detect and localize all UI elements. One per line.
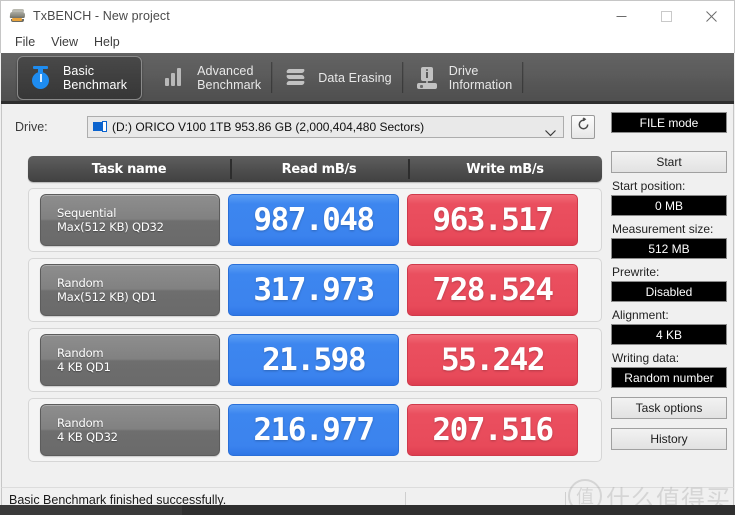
measurement-size-label: Measurement size: xyxy=(612,222,727,236)
tab-basic-benchmark[interactable]: Basic Benchmark xyxy=(17,56,142,100)
read-value-box: 317.973 xyxy=(228,264,399,316)
read-value: 317.973 xyxy=(253,275,373,306)
tab-data-erasing[interactable]: Data Erasing xyxy=(273,56,403,100)
column-header-task-name: Task name xyxy=(28,156,230,182)
task-name-line2: 4 KB QD1 xyxy=(57,360,219,374)
menu-file[interactable]: File xyxy=(7,33,43,51)
task-button-random-4k-qd32[interactable]: Random 4 KB QD32 xyxy=(40,404,220,456)
drive-label: Drive: xyxy=(15,120,87,134)
task-button-random-max-qd1[interactable]: Random Max(512 KB) QD1 xyxy=(40,264,220,316)
task-options-button[interactable]: Task options xyxy=(611,397,727,419)
stopwatch-icon xyxy=(28,64,54,92)
refresh-button[interactable] xyxy=(571,115,595,139)
task-name-line2: Max(512 KB) QD1 xyxy=(57,290,219,304)
results-header-row: Task name Read mB/s Write mB/s xyxy=(28,156,602,182)
title-bar: TxBENCH - New project xyxy=(0,0,735,30)
table-row: Random Max(512 KB) QD1 317.973 728.524 xyxy=(28,258,602,322)
start-button[interactable]: Start xyxy=(611,151,727,173)
drive-selector-row: Drive: (D:) ORICO V100 1TB 953.86 GB (2,… xyxy=(2,112,609,142)
minimize-button[interactable] xyxy=(599,1,644,31)
task-name-line2: 4 KB QD32 xyxy=(57,430,219,444)
read-value-box: 21.598 xyxy=(228,334,399,386)
window-controls xyxy=(599,1,734,31)
write-value-box: 207.516 xyxy=(407,404,578,456)
tab-drive-information-label: Drive Information xyxy=(449,64,513,92)
tab-advanced-benchmark-label: Advanced Benchmark xyxy=(197,64,261,92)
close-button[interactable] xyxy=(689,1,734,31)
write-value-box: 963.517 xyxy=(407,194,578,246)
txbench-window: TxBENCH - New project File View Help Bas… xyxy=(0,0,735,515)
shredder-icon xyxy=(283,64,309,92)
menu-bar: File View Help xyxy=(0,30,735,53)
history-button[interactable]: History xyxy=(611,428,727,450)
task-name-line1: Random xyxy=(57,346,219,360)
column-header-read: Read mB/s xyxy=(230,156,408,182)
chevron-down-icon xyxy=(545,124,556,142)
read-value: 216.977 xyxy=(253,415,373,446)
read-value-box: 216.977 xyxy=(228,404,399,456)
file-mode-display[interactable]: FILE mode xyxy=(611,112,727,133)
read-value-box: 987.048 xyxy=(228,194,399,246)
alignment-label: Alignment: xyxy=(612,308,727,322)
drive-info-icon xyxy=(414,64,440,92)
start-position-label: Start position: xyxy=(612,179,727,193)
bar-chart-icon xyxy=(162,64,188,92)
write-value-box: 55.242 xyxy=(407,334,578,386)
task-name-line1: Sequential xyxy=(57,206,219,220)
desktop-edge xyxy=(0,505,735,515)
maximize-button[interactable] xyxy=(644,1,689,31)
drive-selected-value: (D:) ORICO V100 1TB 953.86 GB (2,000,404… xyxy=(112,120,424,134)
read-value: 987.048 xyxy=(253,205,373,236)
read-value: 21.598 xyxy=(262,345,365,376)
refresh-icon xyxy=(576,117,591,137)
benchmark-results: Task name Read mB/s Write mB/s Sequentia… xyxy=(28,156,602,462)
main-content: Drive: (D:) ORICO V100 1TB 953.86 GB (2,… xyxy=(1,104,734,487)
table-row: Random 4 KB QD1 21.598 55.242 xyxy=(28,328,602,392)
task-name-line1: Random xyxy=(57,276,219,290)
writing-data-label: Writing data: xyxy=(612,351,727,365)
alignment-value[interactable]: 4 KB xyxy=(611,324,727,345)
writing-data-value[interactable]: Random number xyxy=(611,367,727,388)
prewrite-value[interactable]: Disabled xyxy=(611,281,727,302)
tab-advanced-benchmark[interactable]: Advanced Benchmark xyxy=(152,56,273,100)
drive-select[interactable]: (D:) ORICO V100 1TB 953.86 GB (2,000,404… xyxy=(87,116,564,138)
write-value-box: 728.524 xyxy=(407,264,578,316)
column-header-write: Write mB/s xyxy=(408,156,602,182)
app-hard-drive-icon xyxy=(10,8,26,24)
measurement-size-value[interactable]: 512 MB xyxy=(611,238,727,259)
disk-drive-icon xyxy=(93,121,107,133)
prewrite-label: Prewrite: xyxy=(612,265,727,279)
write-value: 728.524 xyxy=(432,275,552,306)
task-button-sequential-qd32[interactable]: Sequential Max(512 KB) QD32 xyxy=(40,194,220,246)
tab-strip: Basic Benchmark Advanced Benchmark Data … xyxy=(1,53,734,104)
tab-basic-benchmark-label: Basic Benchmark xyxy=(63,64,127,92)
table-row: Sequential Max(512 KB) QD32 987.048 963.… xyxy=(28,188,602,252)
task-name-line2: Max(512 KB) QD32 xyxy=(57,220,219,234)
write-value: 55.242 xyxy=(441,345,544,376)
tab-drive-information[interactable]: Drive Information xyxy=(404,56,525,100)
window-title: TxBENCH - New project xyxy=(33,9,170,23)
table-row: Random 4 KB QD32 216.977 207.516 xyxy=(28,398,602,462)
tab-data-erasing-label: Data Erasing xyxy=(318,71,391,85)
write-value: 963.517 xyxy=(432,205,552,236)
write-value: 207.516 xyxy=(432,415,552,446)
start-position-value[interactable]: 0 MB xyxy=(611,195,727,216)
menu-view[interactable]: View xyxy=(43,33,86,51)
menu-help[interactable]: Help xyxy=(86,33,128,51)
task-button-random-4k-qd1[interactable]: Random 4 KB QD1 xyxy=(40,334,220,386)
settings-sidebar: FILE mode Start Start position: 0 MB Mea… xyxy=(611,112,727,450)
task-name-line1: Random xyxy=(57,416,219,430)
